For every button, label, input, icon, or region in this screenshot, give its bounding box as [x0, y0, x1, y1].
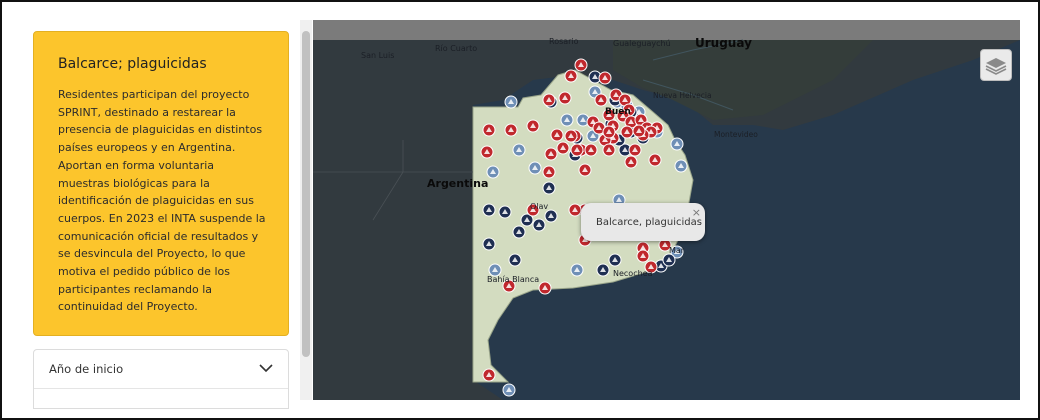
- map-popup: Balcarce, plaguicidas ×: [581, 203, 705, 241]
- map-label-montevideo: Montevideo: [714, 130, 758, 139]
- scrollbar-thumb[interactable]: [302, 31, 310, 357]
- left-panel: Balcarce; plaguicidas Residentes partici…: [33, 31, 289, 409]
- card-title: Balcarce; plaguicidas: [58, 56, 207, 72]
- info-card: Balcarce; plaguicidas Residentes partici…: [33, 31, 289, 336]
- layers-button[interactable]: [980, 49, 1012, 81]
- map-label-rio-cuarto: Río Cuarto: [435, 44, 478, 53]
- popup-close-button[interactable]: ×: [692, 206, 701, 219]
- map-label-argentina: Argentina: [427, 177, 489, 190]
- card-body: Residentes participan del proyecto SPRIN…: [58, 88, 266, 314]
- map-label-bahia-blanca: Bahía Blanca: [487, 275, 540, 284]
- accordion-header-year[interactable]: Año de inicio: [34, 350, 288, 389]
- map-label-olavarria: Olav: [530, 202, 549, 211]
- layers-icon: [985, 58, 1007, 75]
- map-label-rosario: Rosario: [549, 37, 579, 46]
- popup-text: Balcarce, plaguicidas: [596, 217, 702, 228]
- map-label-buenos-aires: Buen: [605, 107, 631, 117]
- map-label-nueva-helvecia: Nueva Helvecia: [653, 91, 712, 100]
- map-view[interactable]: Uruguay Rosario Gualeguaychú Río Cuarto …: [313, 20, 1020, 400]
- map-label-uruguay: Uruguay: [695, 36, 752, 50]
- map-label-necochea: Necochea: [613, 269, 653, 278]
- map-label-gualeguaychu: Gualeguaychú: [613, 39, 671, 48]
- filter-accordion: Año de inicio: [33, 349, 289, 409]
- map-label-mar-del-plata: Mar: [669, 246, 685, 255]
- accordion-label: Año de inicio: [49, 362, 124, 376]
- chevron-down-icon: [259, 364, 273, 373]
- map-label-san-luis: San Luis: [361, 51, 395, 60]
